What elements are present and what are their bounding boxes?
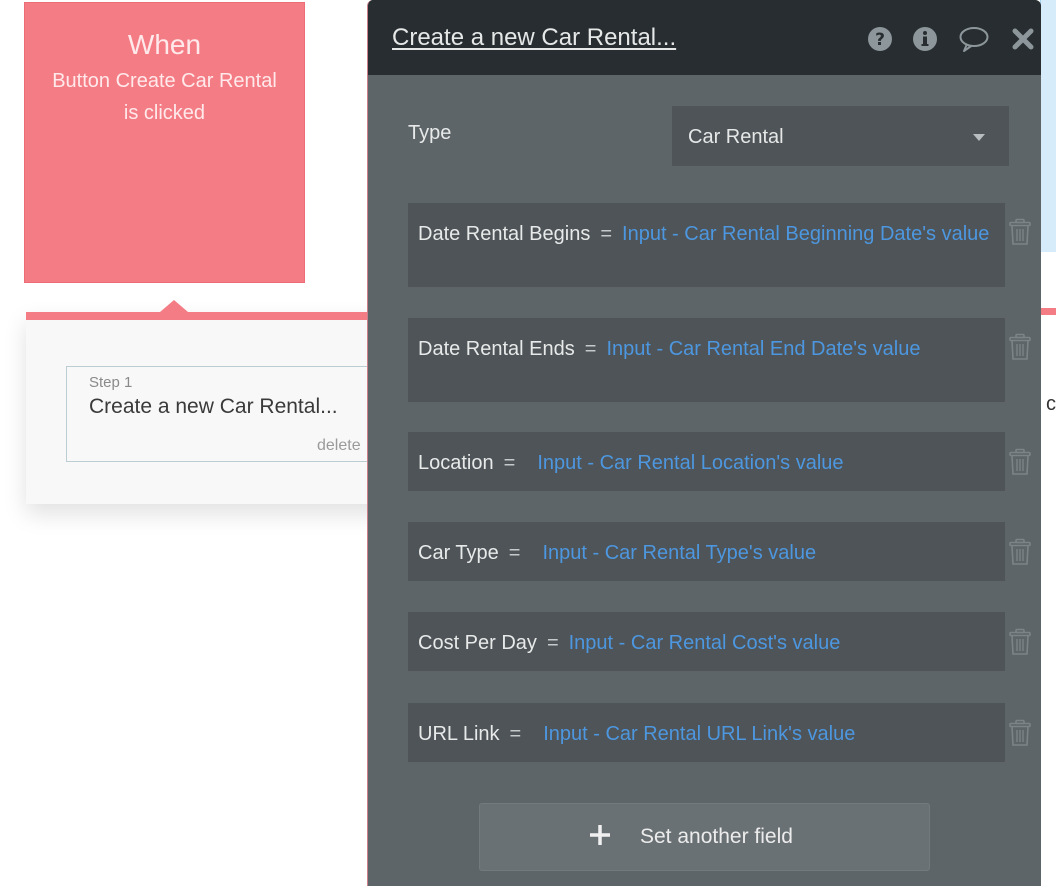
field-operator: = [503,452,516,474]
steps-panel-caret [160,300,188,312]
field-name: Cost Per Day [418,632,537,654]
field-value[interactable]: Input - Car Rental Beginning Date's valu… [622,223,989,245]
delete-field-icon[interactable] [1008,628,1032,656]
close-icon[interactable] [1011,26,1035,52]
field-row-car-type[interactable]: Car Type = Input - Car Rental Type's value [408,522,1005,581]
field-row-date-rental-ends[interactable]: Date Rental Ends = Input - Car Rental End … [408,318,1005,402]
plus-icon [590,825,610,845]
help-icon[interactable]: ? [867,26,893,52]
set-another-field-button[interactable]: Set another field [479,803,930,871]
set-another-field-label: Set another field [640,825,793,848]
workflow-step-card[interactable]: Step 1 Create a new Car Rental... delete [66,366,386,462]
field-name: Location [418,452,494,474]
chevron-down-icon [973,134,985,141]
field-operator: = [600,223,613,245]
field-name: URL Link [418,723,500,745]
event-trigger-box[interactable]: When Button Create Car Rental is clicked [24,2,305,283]
field-row-url-link[interactable]: URL Link = Input - Car Rental URL Link's v… [408,703,1005,762]
type-dropdown[interactable]: Car Rental [672,106,1009,166]
field-name: Car Type [418,542,499,564]
workflow-steps-panel: Step 1 Create a new Car Rental... delete [26,300,406,504]
step-delete-link[interactable]: delete [317,437,361,455]
adjacent-panel-accent [1040,308,1056,315]
adjacent-event-box[interactable] [1040,0,1056,252]
field-row-date-rental-begins[interactable]: Date Rental Begins = Input - Car Rental Be… [408,203,1005,287]
field-value[interactable]: Input - Car Rental URL Link's value [543,723,855,745]
field-name: Date Rental Begins [418,223,591,245]
delete-field-icon[interactable] [1008,719,1032,747]
steps-panel-accent-bar [26,312,406,320]
field-value[interactable]: Input - Car Rental End Date's value [606,338,920,360]
event-heading: When [127,29,202,60]
field-value[interactable]: Input - Car Rental Cost's value [569,632,841,654]
info-icon[interactable] [912,26,938,52]
field-operator: = [509,723,522,745]
field-name: Date Rental Ends [418,338,575,360]
delete-field-icon[interactable] [1008,538,1032,566]
type-label: Type [408,122,452,144]
field-value[interactable]: Input - Car Rental Location's value [537,452,843,474]
delete-field-icon[interactable] [1008,218,1032,246]
step-title: Create a new Car Rental... [89,395,338,418]
field-row-location[interactable]: Location = Input - Car Rental Location's v… [408,432,1005,491]
field-operator: = [508,542,521,564]
delete-field-icon[interactable] [1008,448,1032,476]
step-number: Step 1 [89,374,133,391]
type-dropdown-value: Car Rental [688,126,784,148]
svg-text:?: ? [875,30,885,50]
delete-field-icon[interactable] [1008,333,1032,361]
adjacent-panel-text: c [1046,393,1056,415]
comment-icon[interactable] [958,26,990,52]
action-property-editor: Create a new Car Rental... ? Type Car Re… [367,0,1041,886]
field-operator: = [584,338,597,360]
field-row-cost-per-day[interactable]: Cost Per Day = Input - Car Rental Cost's v… [408,612,1005,671]
event-description: Button Create Car Rental is clicked [52,70,277,124]
popup-header: Create a new Car Rental... ? [368,0,1041,75]
field-operator: = [546,632,559,654]
field-value[interactable]: Input - Car Rental Type's value [542,542,816,564]
popup-title[interactable]: Create a new Car Rental... [392,24,676,52]
